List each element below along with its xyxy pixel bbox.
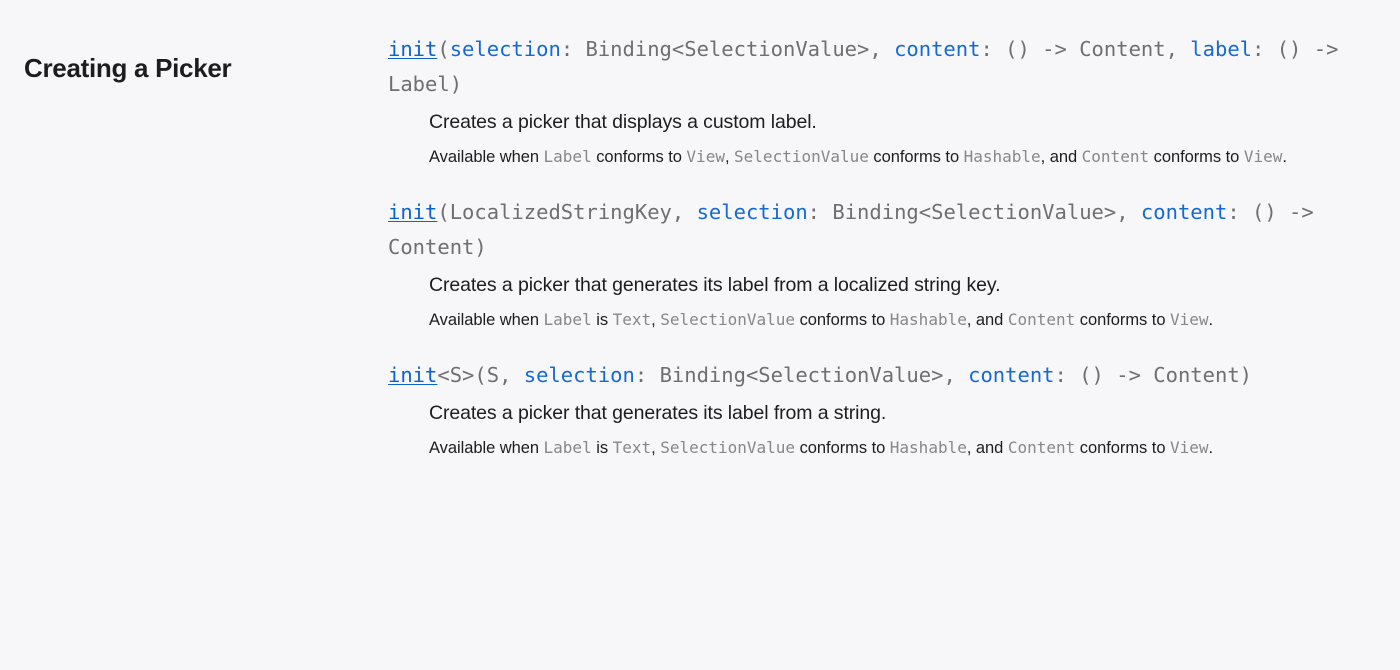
availability-text: .: [1208, 311, 1214, 329]
declaration-token: () -> Content: [1005, 37, 1166, 61]
topic-abstract: Creates a picker that generates its labe…: [429, 274, 1001, 296]
availability-text: Available when: [429, 439, 544, 457]
availability-text: Available when: [429, 148, 544, 166]
availability-text: conforms to: [1149, 148, 1244, 166]
declaration-token: :: [560, 37, 586, 61]
declaration-token: <S>(S,: [437, 363, 524, 387]
declaration-token: ,: [1165, 37, 1191, 61]
declaration-token: :: [980, 37, 1006, 61]
availability-text: conforms to: [1075, 311, 1170, 329]
availability-text: is: [591, 311, 613, 329]
declaration-token: :: [1227, 200, 1253, 224]
declaration-parameter-label: content: [1140, 200, 1228, 224]
availability-text: is: [591, 439, 613, 457]
declaration-token: ,: [1116, 200, 1141, 224]
topic-body: Creates a picker that generates its labe…: [388, 271, 1382, 334]
availability-text: conforms to: [795, 439, 890, 457]
availability-type-name: Label: [543, 438, 592, 457]
declaration-signature: init(selection: Binding<SelectionValue>,…: [388, 32, 1382, 102]
declaration-token: (: [437, 37, 450, 61]
availability-text: conforms to: [795, 311, 890, 329]
availability-type-name: SelectionValue: [734, 147, 869, 166]
availability-text: conforms to: [591, 148, 687, 166]
availability-text: ,: [651, 439, 661, 457]
declaration-token: (: [437, 200, 450, 224]
declaration-token: :: [634, 363, 660, 387]
availability-note: Available when Label conforms to View, S…: [429, 143, 1382, 171]
topic-abstract: Creates a picker that generates its labe…: [429, 402, 887, 424]
declaration-token: () -> Content): [1079, 363, 1253, 387]
availability-type-name: SelectionValue: [660, 438, 796, 457]
declaration-token: :: [807, 200, 833, 224]
availability-type-name: Text: [612, 310, 652, 329]
availability-note: Available when Label is Text, SelectionV…: [429, 306, 1382, 334]
availability-text: ,: [724, 148, 735, 166]
declaration-parameter-label: content: [968, 363, 1055, 387]
availability-text: conforms to: [868, 148, 964, 166]
declaration-token: ,: [869, 37, 895, 61]
availability-text: , and: [966, 439, 1008, 457]
declaration-signature: init(LocalizedStringKey, selection: Bind…: [388, 195, 1382, 265]
declaration-token: Binding<SelectionValue>: [832, 200, 1117, 224]
declaration-parameter-label: selection: [523, 363, 635, 387]
availability-text: .: [1282, 148, 1287, 166]
init-link[interactable]: init: [388, 37, 437, 61]
availability-type-name: Label: [543, 147, 592, 166]
topic-body: Creates a picker that displays a custom …: [388, 108, 1382, 171]
topic-list: init(selection: Binding<SelectionValue>,…: [388, 32, 1382, 462]
availability-type-name: View: [686, 147, 725, 166]
declaration-token: Binding<SelectionValue>: [659, 363, 944, 387]
availability-type-name: View: [1169, 438, 1209, 457]
availability-type-name: Content: [1081, 147, 1150, 166]
declaration-token: Binding<SelectionValue>: [585, 37, 870, 61]
declaration-token: ,: [943, 363, 969, 387]
declaration-parameter-label: label: [1190, 37, 1253, 61]
availability-text: , and: [1040, 148, 1082, 166]
declaration-parameter-label: content: [894, 37, 981, 61]
documentation-page: Creating a Picker init(selection: Bindin…: [0, 0, 1400, 670]
availability-type-name: Content: [1007, 310, 1076, 329]
declaration-token: :: [1054, 363, 1080, 387]
availability-type-name: Content: [1007, 438, 1076, 457]
init-link[interactable]: init: [388, 200, 437, 224]
topic-entry: init(selection: Binding<SelectionValue>,…: [388, 32, 1382, 171]
availability-text: , and: [966, 311, 1008, 329]
topic-abstract: Creates a picker that displays a custom …: [429, 111, 817, 133]
availability-type-name: View: [1169, 310, 1209, 329]
availability-text: ,: [651, 311, 661, 329]
availability-type-name: Hashable: [963, 147, 1041, 166]
topic-entry: init(LocalizedStringKey, selection: Bind…: [388, 195, 1382, 334]
availability-type-name: Text: [612, 438, 652, 457]
init-link[interactable]: init: [388, 363, 437, 387]
availability-text: Available when: [429, 311, 544, 329]
availability-text: conforms to: [1075, 439, 1170, 457]
availability-type-name: Label: [543, 310, 592, 329]
page-title: Creating a Picker: [24, 52, 232, 83]
declaration-token: ,: [671, 200, 697, 224]
declaration-token: LocalizedStringKey: [449, 200, 672, 224]
availability-type-name: Hashable: [889, 310, 967, 329]
availability-type-name: View: [1243, 147, 1283, 166]
declaration-token: :: [1252, 37, 1277, 61]
declaration-signature: init<S>(S, selection: Binding<SelectionV…: [388, 358, 1382, 393]
declaration-parameter-label: selection: [449, 37, 561, 61]
topic-entry: init<S>(S, selection: Binding<SelectionV…: [388, 358, 1382, 462]
topic-body: Creates a picker that generates its labe…: [388, 399, 1382, 462]
availability-type-name: SelectionValue: [660, 310, 796, 329]
availability-type-name: Hashable: [889, 438, 967, 457]
declaration-parameter-label: selection: [696, 200, 808, 224]
availability-text: .: [1208, 439, 1214, 457]
availability-note: Available when Label is Text, SelectionV…: [429, 434, 1382, 462]
